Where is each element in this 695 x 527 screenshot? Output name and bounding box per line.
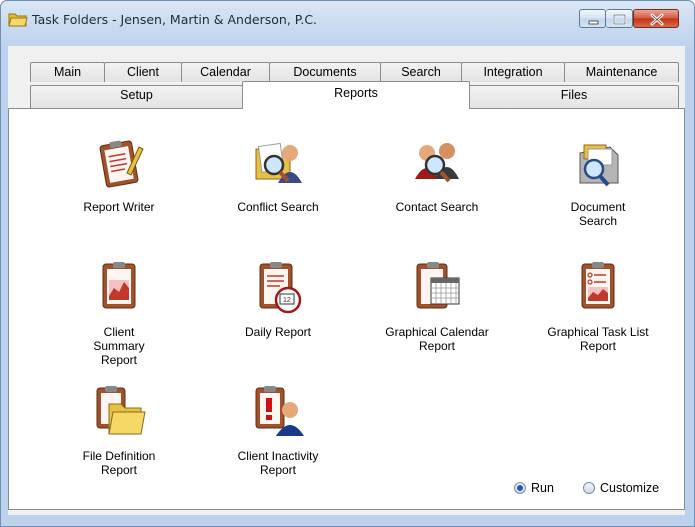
report-writer-item[interactable]: Report Writer — [49, 135, 189, 214]
tab-client[interactable]: Client — [104, 62, 182, 82]
tab-setup[interactable]: Setup — [30, 85, 243, 109]
graphical-task-list-report-icon — [581, 262, 615, 309]
report-writer-icon — [99, 140, 144, 188]
file-definition-report-item[interactable]: File Definition Report — [49, 384, 189, 477]
client-summary-report-label: Client Summary Report — [93, 325, 145, 367]
close-icon — [650, 13, 664, 26]
conflict-search-icon — [255, 142, 302, 183]
client-inactivity-report-label: Client Inactivity Report — [237, 449, 319, 477]
daily-report-icon: 12 — [259, 262, 302, 314]
maximize-icon — [612, 13, 627, 26]
conflict-search-label: Conflict Search — [237, 200, 319, 214]
customize-radio[interactable] — [583, 482, 595, 494]
maximize-button[interactable] — [606, 9, 633, 28]
graphical-calendar-report-item[interactable]: Graphical Calendar Report — [367, 260, 507, 353]
tab-documents[interactable]: Documents — [269, 62, 381, 82]
contact-search-item[interactable]: Contact Search — [367, 135, 507, 214]
conflict-search-item[interactable]: Conflict Search — [208, 135, 348, 214]
report-writer-label: Report Writer — [83, 200, 155, 214]
customize-option[interactable]: Customize — [583, 481, 659, 495]
document-search-label: Document Search — [570, 200, 626, 228]
client-inactivity-report-icon — [255, 386, 304, 436]
run-radio[interactable] — [514, 482, 526, 494]
minimize-button[interactable] — [579, 9, 606, 28]
file-definition-report-icon — [96, 386, 146, 435]
client-summary-report-item[interactable]: Client Summary Report — [49, 260, 189, 367]
graphical-calendar-report-icon — [416, 262, 460, 309]
graphical-task-list-report-item[interactable]: Graphical Task List Report — [528, 260, 668, 353]
tab-integration[interactable]: Integration — [461, 62, 565, 82]
document-search-item[interactable]: Document Search — [528, 135, 668, 228]
daily-report-label: Daily Report — [244, 325, 312, 339]
document-search-icon — [579, 144, 619, 187]
daily-report-item[interactable]: 12 Daily Report — [208, 260, 348, 339]
client-summary-report-icon — [102, 262, 136, 309]
tab-maintenance[interactable]: Maintenance — [564, 62, 679, 82]
title-bar: Task Folders - Jensen, Martin & Anderson… — [1, 1, 694, 37]
graphical-calendar-report-label: Graphical Calendar Report — [385, 325, 489, 353]
window-title: Task Folders - Jensen, Martin & Anderson… — [32, 12, 318, 27]
close-button[interactable] — [633, 9, 679, 28]
tab-files[interactable]: Files — [469, 85, 679, 109]
tab-search[interactable]: Search — [380, 62, 462, 82]
run-label: Run — [531, 481, 554, 495]
graphical-task-list-report-label: Graphical Task List Report — [547, 325, 649, 353]
customize-label: Customize — [600, 481, 660, 495]
run-option[interactable]: Run — [514, 481, 554, 495]
folder-app-icon — [8, 13, 28, 27]
client-inactivity-report-item[interactable]: Client Inactivity Report — [208, 384, 348, 477]
minimize-icon — [588, 20, 599, 25]
tab-main[interactable]: Main — [30, 62, 105, 82]
file-definition-report-label: File Definition Report — [82, 449, 156, 477]
contact-search-icon — [415, 143, 459, 183]
tab-reports[interactable]: Reports — [242, 81, 470, 109]
tab-calendar[interactable]: Calendar — [181, 62, 270, 82]
contact-search-label: Contact Search — [395, 200, 479, 214]
svg-text:12: 12 — [283, 297, 291, 304]
